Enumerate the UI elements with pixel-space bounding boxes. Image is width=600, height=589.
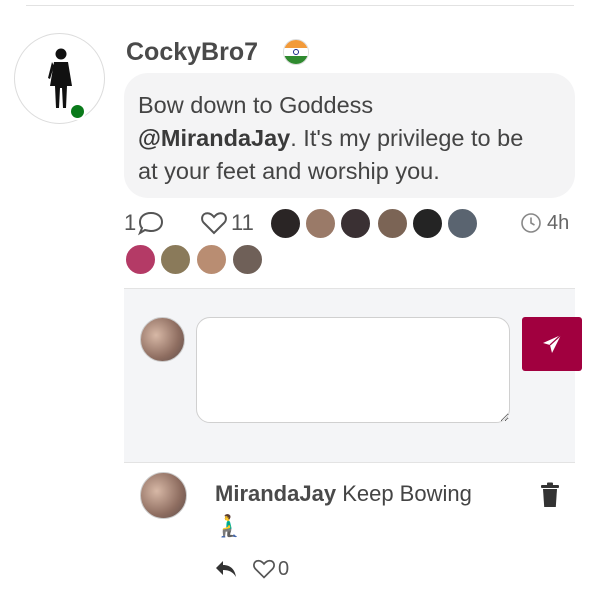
reactor-avatar[interactable] [232,244,263,275]
post-username[interactable]: CockyBro7 [126,38,258,67]
reactor-avatar[interactable] [412,208,443,239]
current-user-avatar [140,317,185,362]
reactor-avatar[interactable] [270,208,301,239]
clock-icon [521,213,541,233]
reactor-avatar[interactable] [377,208,408,239]
mention-link[interactable]: @MirandaJay [138,125,290,151]
comment-like-heart-icon[interactable] [252,558,276,580]
comment-actions: 0 [214,556,289,582]
kneeling-person-emoji: 🧎‍♂️ [215,513,243,538]
reactor-avatar[interactable] [447,208,478,239]
send-button[interactable] [522,317,582,371]
heart-icon [201,212,227,235]
post-text-rest: . It's my privilege to be [290,125,524,151]
reactor-avatar[interactable] [125,244,156,275]
reactor-avatar[interactable] [340,208,371,239]
india-flag-icon [283,39,309,65]
post-timestamp: 4h [520,208,569,238]
comment-body: MirandaJay Keep Bowing [215,481,472,507]
reactor-avatar[interactable] [305,208,336,239]
reactor-avatar[interactable] [160,244,191,275]
time-ago: 4h [547,211,570,234]
comment-text: Keep Bowing [342,481,472,506]
author-avatar[interactable] [14,33,105,124]
post-text-line-1: Bow down to Goddess [138,92,374,118]
like-button[interactable]: 11 [200,208,254,238]
online-status-dot [69,103,86,120]
post-text-line-3: at your feet and worship you. [138,158,440,184]
trash-icon [541,482,559,507]
comment-author-avatar[interactable] [140,472,187,519]
delete-comment-button[interactable] [539,482,561,513]
reply-arrow-icon[interactable] [214,558,238,580]
like-count: 11 [231,210,254,235]
comment-like-count: 0 [278,557,290,580]
reply-composer [124,288,582,463]
comment-author[interactable]: MirandaJay [215,481,336,506]
comment-bubble-icon [138,211,164,236]
reply-textarea[interactable] [196,317,510,423]
reactor-avatar[interactable] [196,244,227,275]
top-divider [26,5,574,6]
person-silhouette-icon [48,48,72,108]
reply-count: 1 [124,210,137,235]
reply-count-button[interactable]: 1 [124,208,165,238]
paper-plane-icon [543,334,562,353]
post-text-line-2: @MirandaJay. It's my privilege to be [138,122,561,155]
post-message-bubble: Bow down to Goddess @MirandaJay. It's my… [124,73,575,198]
